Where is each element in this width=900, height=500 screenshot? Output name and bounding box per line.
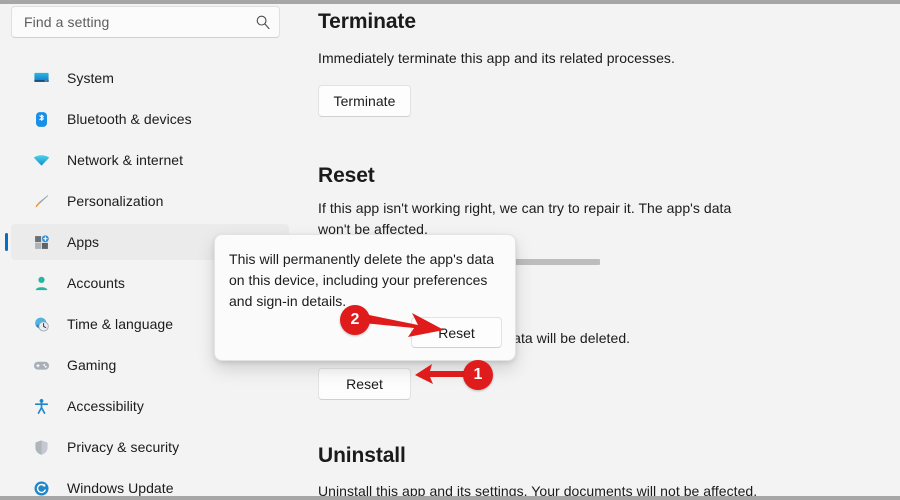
update-refresh-icon [32,479,50,497]
sidebar-item-personalization[interactable]: Personalization [11,183,289,219]
search-input[interactable]: Find a setting [11,6,280,38]
terminate-heading: Terminate [318,10,416,33]
sidebar-item-label: Accessibility [67,398,144,414]
paintbrush-icon [32,192,50,210]
sidebar-item-label: Time & language [67,316,174,332]
apps-grid-icon [32,233,50,251]
reset-heading: Reset [318,164,375,187]
shield-icon [32,438,50,456]
monitor-icon [32,69,50,87]
reset-button[interactable]: Reset [318,368,411,400]
window-bottom-border [0,496,900,500]
search-icon[interactable] [255,14,271,30]
sidebar-item-privacy-security[interactable]: Privacy & security [11,429,289,465]
sidebar-item-label: System [67,70,114,86]
clock-globe-icon [32,315,50,333]
bluetooth-icon [32,110,50,128]
annotation-badge-1: 1 [463,360,493,390]
accessibility-icon [32,397,50,415]
sidebar-item-label: Personalization [67,193,164,209]
sidebar-item-label: Privacy & security [67,439,180,455]
sidebar-item-label: Bluetooth & devices [67,111,192,127]
sidebar-item-system[interactable]: System [11,60,289,96]
sidebar-item-label: Network & internet [67,152,184,168]
terminate-button[interactable]: Terminate [318,85,411,117]
sidebar-item-network-internet[interactable]: Network & internet [11,142,289,178]
annotation-badge-2: 2 [340,305,370,335]
person-icon [32,274,50,292]
terminate-description: Immediately terminate this app and its r… [318,50,675,66]
uninstall-description: Uninstall this app and its settings. You… [318,483,758,496]
sidebar-item-label: Gaming [67,357,117,373]
annotation-arrow-2 [362,303,448,348]
sidebar-item-bluetooth-devices[interactable]: Bluetooth & devices [11,101,289,137]
wifi-icon [32,151,50,169]
sidebar-item-accessibility[interactable]: Accessibility [11,388,289,424]
selection-accent-bar [5,233,8,251]
uninstall-heading: Uninstall [318,444,406,467]
gamepad-icon [32,356,50,374]
sidebar-item-label: Accounts [67,275,125,291]
sidebar-item-label: Apps [67,234,100,250]
search-placeholder-text: Find a setting [24,14,110,30]
sidebar-item-label: Windows Update [67,480,174,496]
